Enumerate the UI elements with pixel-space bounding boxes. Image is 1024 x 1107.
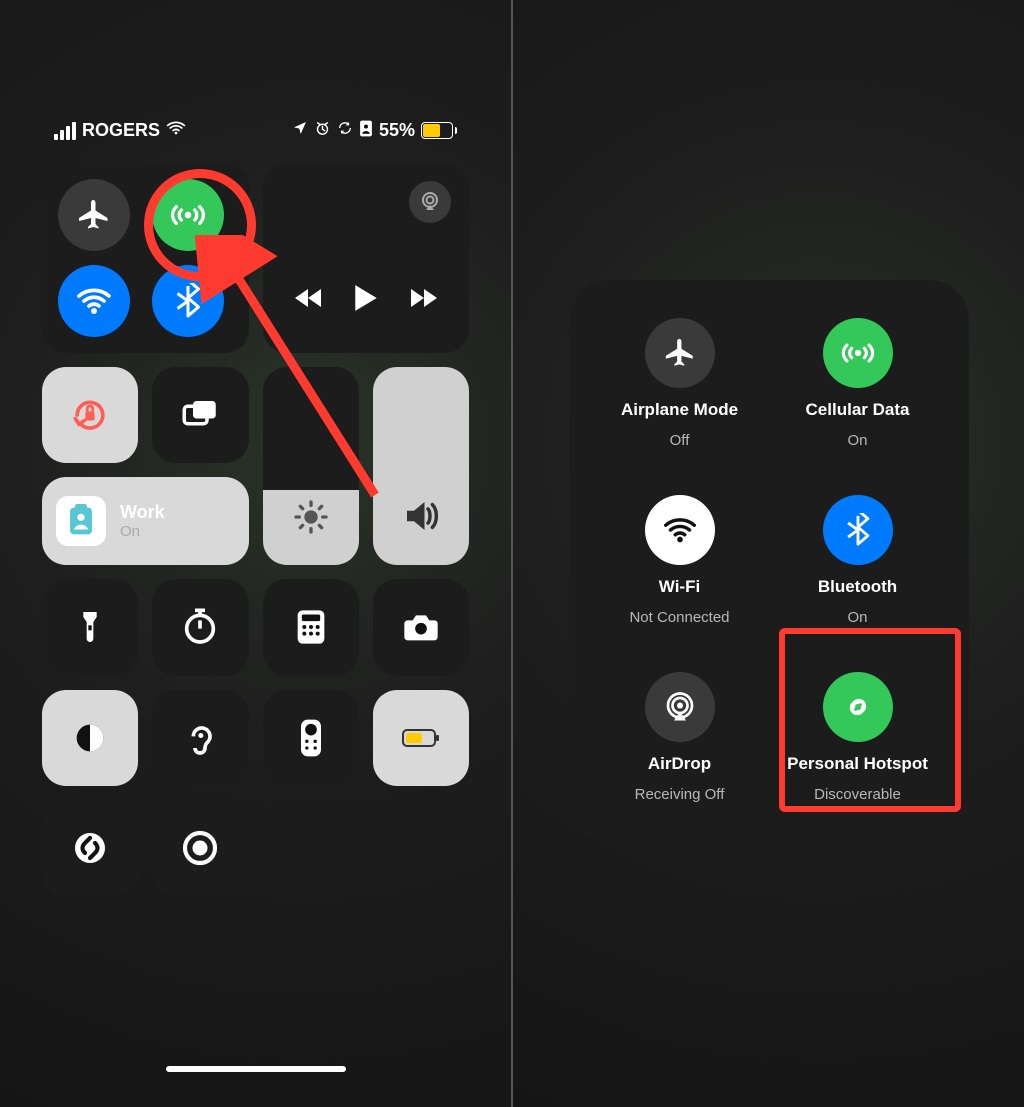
hearing-button[interactable] <box>152 690 248 786</box>
cellular-data-item[interactable]: Cellular Data On <box>769 318 947 449</box>
wifi-state: Not Connected <box>629 609 729 626</box>
dark-mode-toggle[interactable] <box>42 690 138 786</box>
airplane-state: Off <box>670 432 690 449</box>
airplane-mode-toggle[interactable] <box>58 179 130 251</box>
orientation-lock-toggle[interactable] <box>42 367 138 463</box>
annotation-rectangle <box>779 628 961 812</box>
bluetooth-label: Bluetooth <box>818 577 897 597</box>
airdrop-state: Receiving Off <box>635 786 725 803</box>
airplane-label: Airplane Mode <box>621 400 738 420</box>
connectivity-expanded-panel: Airplane Mode Off Cellular Data On Wi-Fi… <box>569 280 969 841</box>
cellular-label: Cellular Data <box>806 400 910 420</box>
wifi-status-icon <box>166 118 186 143</box>
battery-percent: 55% <box>379 120 415 141</box>
airplay-icon[interactable] <box>409 181 451 223</box>
focus-badge-icon <box>56 496 106 546</box>
cellular-state: On <box>847 432 867 449</box>
status-bar: ROGERS 55% <box>0 0 511 143</box>
apple-tv-remote-button[interactable] <box>263 690 359 786</box>
location-icon <box>292 120 308 141</box>
bluetooth-state: On <box>847 609 867 626</box>
cellular-icon <box>823 318 893 388</box>
expanded-connectivity-screen: Airplane Mode Off Cellular Data On Wi-Fi… <box>513 0 1024 1107</box>
focus-state: On <box>120 523 165 540</box>
wifi-label: Wi-Fi <box>659 577 700 597</box>
low-power-mode-toggle[interactable] <box>373 690 469 786</box>
wifi-icon <box>645 495 715 565</box>
wifi-item[interactable]: Wi-Fi Not Connected <box>591 495 769 626</box>
wifi-toggle[interactable] <box>58 265 130 337</box>
bluetooth-icon <box>823 495 893 565</box>
airdrop-icon <box>645 672 715 742</box>
camera-button[interactable] <box>373 579 469 675</box>
home-indicator <box>166 1066 346 1072</box>
airplane-icon <box>645 318 715 388</box>
airdrop-label: AirDrop <box>648 754 711 774</box>
battery-icon <box>421 122 457 139</box>
airdrop-item[interactable]: AirDrop Receiving Off <box>591 672 769 803</box>
screen-record-button[interactable] <box>152 800 248 896</box>
flashlight-button[interactable] <box>42 579 138 675</box>
bluetooth-item[interactable]: Bluetooth On <box>769 495 947 626</box>
carrier-label: ROGERS <box>82 120 160 141</box>
airplane-mode-item[interactable]: Airplane Mode Off <box>591 318 769 449</box>
calculator-button[interactable] <box>263 579 359 675</box>
alarm-icon <box>314 120 331 142</box>
portrait-icon <box>359 120 373 142</box>
cell-signal-icon <box>54 122 76 140</box>
sync-icon <box>337 120 353 141</box>
control-center-screen: ROGERS 55% <box>0 0 511 1107</box>
timer-button[interactable] <box>152 579 248 675</box>
forward-icon[interactable] <box>407 286 439 310</box>
shazam-button[interactable] <box>42 800 138 896</box>
focus-name: Work <box>120 502 165 523</box>
annotation-arrow <box>195 235 395 515</box>
